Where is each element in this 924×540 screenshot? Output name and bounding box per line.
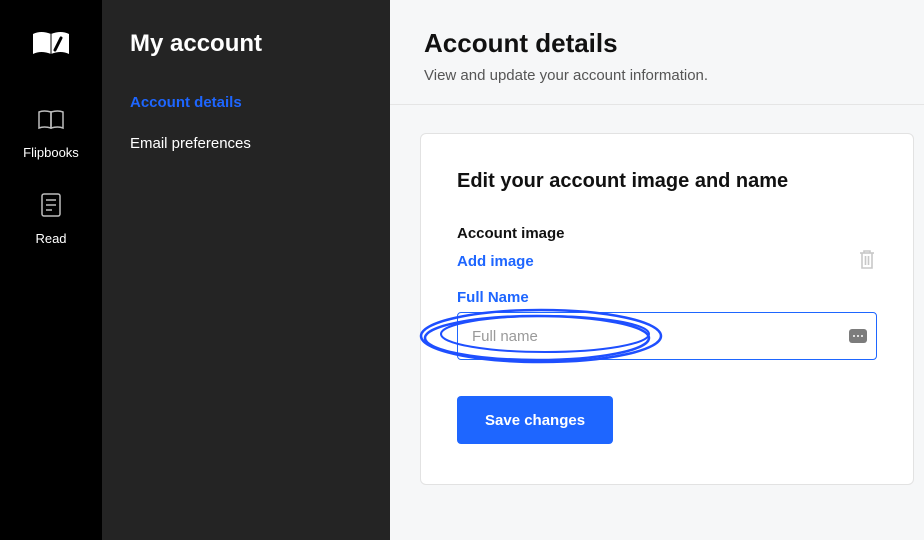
rail-item-label: Read (35, 231, 66, 246)
rail-item-read[interactable]: Read (35, 192, 66, 246)
page-subtitle: View and update your account information… (424, 67, 890, 84)
sidebar: My account Account details Email prefere… (102, 0, 390, 540)
save-button[interactable]: Save changes (457, 396, 613, 444)
read-icon (40, 192, 62, 223)
sidebar-item-email-preferences[interactable]: Email preferences (130, 135, 362, 152)
full-name-input[interactable] (457, 312, 877, 360)
add-image-link[interactable]: Add image (457, 253, 534, 270)
main-header: Account details View and update your acc… (390, 0, 924, 105)
edit-card: Edit your account image and name Account… (420, 133, 914, 485)
app-logo (31, 28, 71, 60)
rail-item-label: Flipbooks (23, 145, 79, 160)
main: Account details View and update your acc… (390, 0, 924, 540)
sidebar-title: My account (130, 30, 362, 58)
card-title: Edit your account image and name (457, 170, 877, 193)
password-manager-icon[interactable] (849, 329, 867, 343)
full-name-label: Full Name (457, 289, 877, 306)
icon-rail: Flipbooks Read (0, 0, 102, 540)
account-image-label: Account image (457, 225, 877, 242)
flipbook-icon (36, 108, 66, 137)
sidebar-item-account-details[interactable]: Account details (130, 94, 362, 111)
page-title: Account details (424, 28, 890, 59)
trash-icon[interactable] (857, 248, 877, 275)
rail-item-flipbooks[interactable]: Flipbooks (23, 108, 79, 160)
